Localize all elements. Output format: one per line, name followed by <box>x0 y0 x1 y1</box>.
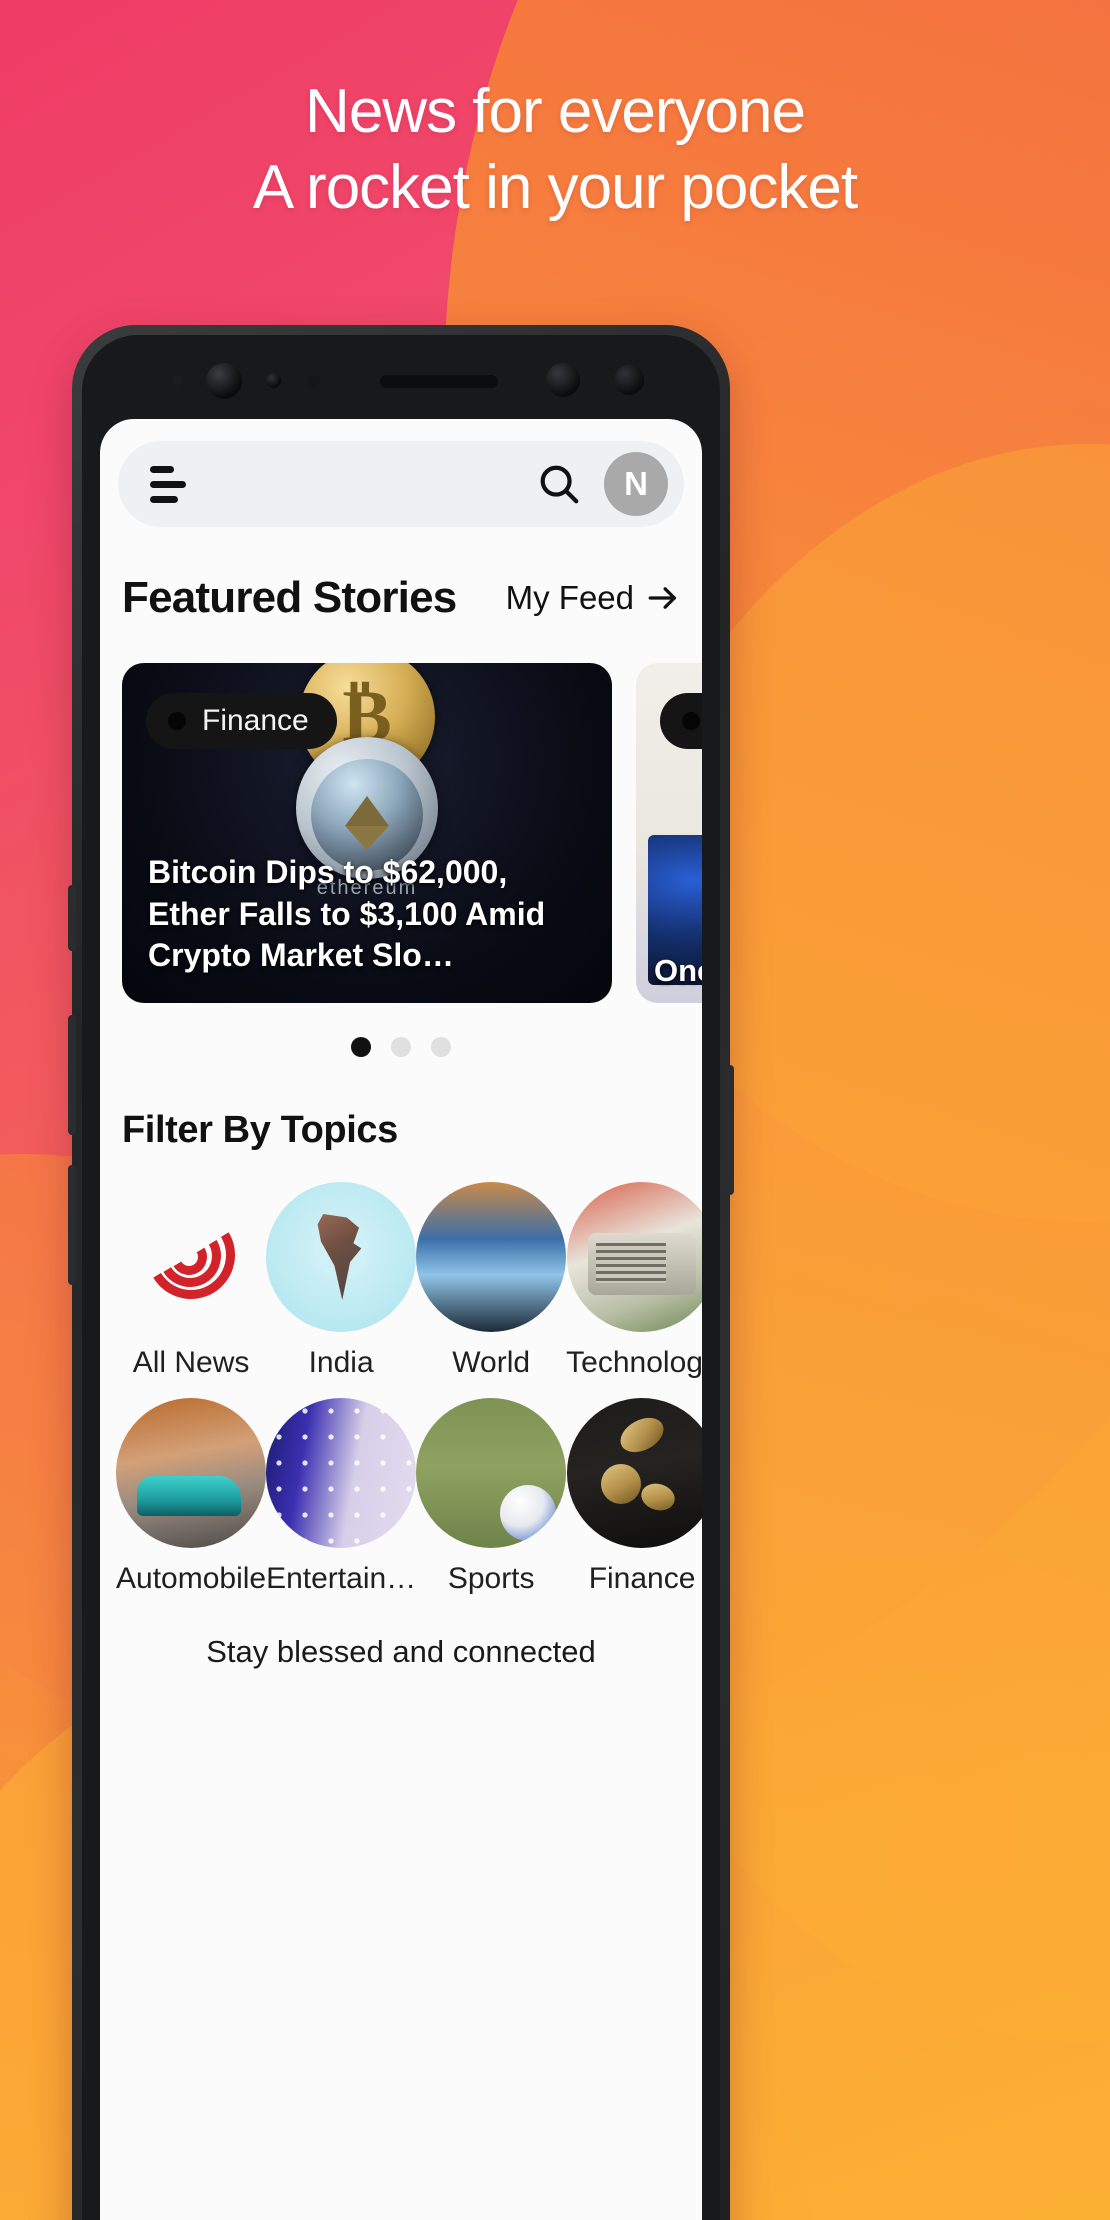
topic-label: All News <box>132 1346 250 1379</box>
topic-label: World <box>452 1346 531 1379</box>
avatar[interactable]: N <box>604 452 668 516</box>
app-header: N <box>100 419 702 527</box>
topic-label: Entertain… <box>266 1562 417 1595</box>
pagination-dot[interactable] <box>391 1037 411 1057</box>
search-bar[interactable]: N <box>118 441 684 527</box>
featured-stories-header: Featured Stories My Feed <box>100 527 702 623</box>
lights-icon <box>266 1398 417 1548</box>
phone-mockup: N Featured Stories My Feed ₿ ethereum Fi… <box>68 325 734 2220</box>
football-icon <box>416 1398 567 1548</box>
badge-dot-icon <box>168 712 186 730</box>
coins-icon <box>567 1398 702 1548</box>
news-logo-icon <box>116 1182 267 1332</box>
badge-dot-icon <box>682 712 700 730</box>
topic-item-technology[interactable]: Technology <box>566 1182 702 1380</box>
topic-label: India <box>308 1346 374 1379</box>
arrow-right-icon <box>648 587 676 609</box>
sensor-secondary-icon <box>266 373 281 388</box>
hero-line-1: News for everyone <box>305 77 806 146</box>
hero-line-2: A rocket in your pocket <box>252 152 858 222</box>
status-badge[interactable]: Au <box>660 693 702 749</box>
topic-item-entertainment[interactable]: Entertain… <box>266 1398 416 1596</box>
avatar-initial: N <box>624 465 648 502</box>
topic-item-all-news[interactable]: All News <box>116 1182 267 1380</box>
phone-button-silent[interactable] <box>68 885 76 951</box>
topic-item-india[interactable]: India <box>266 1182 417 1380</box>
topic-label: Automobile <box>116 1562 267 1595</box>
india-map-icon <box>266 1182 417 1332</box>
carousel-pagination[interactable] <box>100 1003 702 1057</box>
card-headline: Bitcoin Dips to $62,000, Ether Falls to … <box>148 854 546 974</box>
earpiece-speaker <box>380 375 498 388</box>
phone-body: N Featured Stories My Feed ₿ ethereum Fi… <box>82 335 720 2220</box>
phone-button-power[interactable] <box>726 1065 734 1195</box>
status-badge[interactable]: Finance <box>146 693 337 749</box>
phone-screen: N Featured Stories My Feed ₿ ethereum Fi… <box>100 419 702 2220</box>
front-camera-icon <box>206 363 242 399</box>
page-title: Featured Stories <box>122 573 457 622</box>
featured-card[interactable]: Au OnePl… segme… <box>636 663 702 1003</box>
featured-carousel[interactable]: ₿ ethereum Finance Bitcoin Dips to $62,0… <box>100 623 702 1003</box>
hamburger-menu-icon[interactable] <box>150 465 190 503</box>
ethereum-diamond-icon <box>345 796 389 850</box>
my-feed-link[interactable]: My Feed <box>506 579 680 617</box>
featured-card[interactable]: ₿ ethereum Finance Bitcoin Dips to $62,0… <box>122 663 612 1003</box>
footnote-text: Stay blessed and connected <box>206 1634 596 1669</box>
phone-button-volume-up[interactable] <box>68 1015 76 1135</box>
hero-heading: News for everyone A rocket in your pocke… <box>0 74 1110 225</box>
radio-icon <box>567 1182 702 1332</box>
topic-item-automobile[interactable]: Automobile <box>116 1398 266 1596</box>
sensor-tertiary-icon <box>308 375 320 387</box>
sensor-icon <box>172 375 183 386</box>
card-headline: OnePl… segme… <box>654 952 702 988</box>
topic-item-world[interactable]: World <box>416 1182 567 1380</box>
phone-bezel-top <box>94 335 708 419</box>
topic-label: Finance <box>588 1562 696 1595</box>
phone-button-volume-down[interactable] <box>68 1165 76 1285</box>
topic-label: Technology <box>566 1346 702 1379</box>
badge-label: Finance <box>202 704 309 737</box>
topic-item-sports[interactable]: Sports <box>416 1398 567 1596</box>
my-feed-label: My Feed <box>505 579 634 616</box>
topic-item-finance[interactable]: Finance <box>566 1398 702 1596</box>
topics-grid: All News India World Technology <box>100 1152 702 1596</box>
pagination-dot[interactable] <box>431 1037 451 1057</box>
car-icon <box>116 1398 267 1548</box>
search-icon[interactable] <box>536 461 582 507</box>
topic-label: Sports <box>447 1562 535 1595</box>
topics-title: Filter By Topics <box>122 1109 398 1151</box>
camera-far-right-icon <box>614 365 644 395</box>
globe-icon <box>416 1182 567 1332</box>
camera-right-icon <box>546 363 580 397</box>
pagination-dot-active[interactable] <box>351 1037 371 1057</box>
